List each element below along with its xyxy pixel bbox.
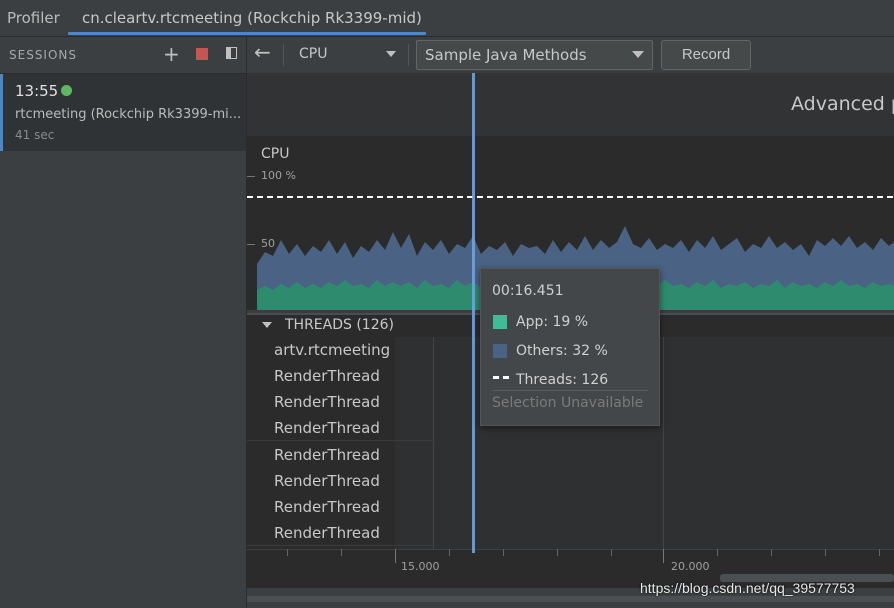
axis-minor-tick bbox=[771, 549, 772, 556]
thread-row[interactable]: RenderThread bbox=[274, 393, 380, 411]
thread-area-gridline bbox=[663, 337, 664, 549]
watermark: https://blog.csdn.net/qq_39577753 bbox=[640, 580, 855, 596]
y-tick-50 bbox=[247, 244, 255, 245]
y-label-50: 50 bbox=[261, 237, 275, 250]
panel-toggle-icon[interactable] bbox=[226, 47, 237, 59]
axis-minor-tick bbox=[557, 549, 558, 556]
axis-minor-tick bbox=[879, 549, 880, 556]
axis-label-20: 20.000 bbox=[671, 560, 710, 573]
session-live-indicator bbox=[61, 85, 72, 96]
axis-major-tick bbox=[663, 549, 664, 563]
tooltip-threads: Threads: 126 bbox=[516, 372, 609, 388]
timeline-cursor[interactable] bbox=[472, 73, 475, 553]
cpu-graph-title: CPU bbox=[261, 146, 290, 162]
others-legend-swatch bbox=[493, 344, 507, 358]
axis-minor-tick bbox=[341, 549, 342, 556]
collapse-triangle-icon[interactable] bbox=[262, 322, 272, 328]
thread-row[interactable]: RenderThread bbox=[274, 367, 380, 385]
thread-area-divider bbox=[433, 337, 434, 549]
sessions-label: SESSIONS bbox=[9, 48, 78, 62]
axis-minor-tick bbox=[287, 549, 288, 556]
thread-row[interactable]: RenderThread bbox=[274, 524, 380, 542]
axis-minor-tick bbox=[611, 549, 612, 556]
tooltip-separator bbox=[492, 390, 648, 391]
recording-config-value[interactable]: Sample Java Methods bbox=[425, 46, 587, 64]
session-duration: 41 sec bbox=[15, 128, 55, 142]
banner-text: Advanced p bbox=[791, 93, 894, 115]
thread-row[interactable]: RenderThread bbox=[274, 498, 380, 516]
tab-device-session[interactable]: cn.cleartv.rtcmeeting (Rockchip Rk3399-m… bbox=[82, 9, 422, 27]
horizontal-scrollbar[interactable] bbox=[247, 596, 894, 602]
axis-label-15: 15.000 bbox=[401, 560, 440, 573]
record-button[interactable]: Record bbox=[661, 40, 751, 70]
tooltip-app: App: 19 % bbox=[516, 314, 589, 330]
tab-profiler[interactable]: Profiler bbox=[7, 9, 60, 27]
thread-row[interactable]: RenderThread bbox=[274, 419, 380, 437]
tooltip-selection-status: Selection Unavailable bbox=[492, 395, 644, 411]
threads-legend-swatch bbox=[493, 376, 509, 379]
back-arrow-icon[interactable]: ← bbox=[254, 40, 271, 64]
axis-minor-tick bbox=[825, 549, 826, 556]
monitor-select[interactable]: CPU bbox=[299, 46, 327, 62]
y-tick-100 bbox=[247, 176, 255, 177]
toolbar-separator bbox=[408, 44, 409, 66]
stop-icon[interactable] bbox=[196, 48, 208, 60]
thread-row[interactable]: RenderThread bbox=[274, 472, 380, 490]
axis-minor-tick bbox=[717, 549, 718, 556]
plus-icon[interactable]: + bbox=[163, 44, 180, 64]
session-name: rtcmeeting (Rockchip Rk3399-mi... bbox=[15, 107, 242, 122]
tooltip-others: Others: 32 % bbox=[516, 343, 608, 359]
thread-row[interactable]: RenderThread bbox=[274, 446, 380, 464]
active-tab-indicator bbox=[68, 32, 426, 35]
axis-minor-tick bbox=[449, 549, 450, 556]
y-label-100: 100 % bbox=[261, 169, 296, 182]
toolbar-separator bbox=[283, 44, 284, 66]
axis-minor-tick bbox=[503, 549, 504, 556]
threads-header-label[interactable]: THREADS (126) bbox=[285, 317, 394, 333]
chevron-down-icon[interactable] bbox=[386, 51, 396, 57]
tooltip-time: 00:16.451 bbox=[492, 283, 564, 299]
thread-row-separator bbox=[247, 545, 435, 546]
thread-row[interactable]: artv.rtcmeeting bbox=[274, 341, 390, 359]
app-legend-swatch bbox=[493, 315, 507, 329]
axis-major-tick bbox=[395, 549, 396, 563]
thread-row-separator bbox=[247, 440, 435, 441]
session-time: 13:55 bbox=[15, 82, 59, 100]
chevron-down-icon[interactable] bbox=[632, 51, 644, 58]
